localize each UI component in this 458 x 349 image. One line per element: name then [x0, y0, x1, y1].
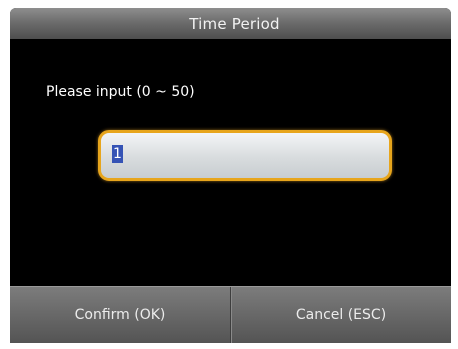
- input-prompt-label: Please input (0 ~ 50): [46, 84, 195, 100]
- input-value-selected[interactable]: 1: [112, 145, 123, 163]
- confirm-button[interactable]: Confirm (OK): [10, 287, 231, 343]
- dialog-title: Time Period: [189, 14, 280, 33]
- time-period-input[interactable]: 1: [98, 130, 392, 181]
- confirm-button-label: Confirm (OK): [74, 307, 166, 323]
- title-bar: Time Period: [10, 8, 451, 39]
- softkey-bar: Confirm (OK) Cancel (ESC): [10, 286, 451, 343]
- cancel-button[interactable]: Cancel (ESC): [231, 287, 451, 343]
- cancel-button-label: Cancel (ESC): [295, 307, 387, 323]
- device-screen: Time Period Please input (0 ~ 50) 1 Conf…: [10, 8, 451, 343]
